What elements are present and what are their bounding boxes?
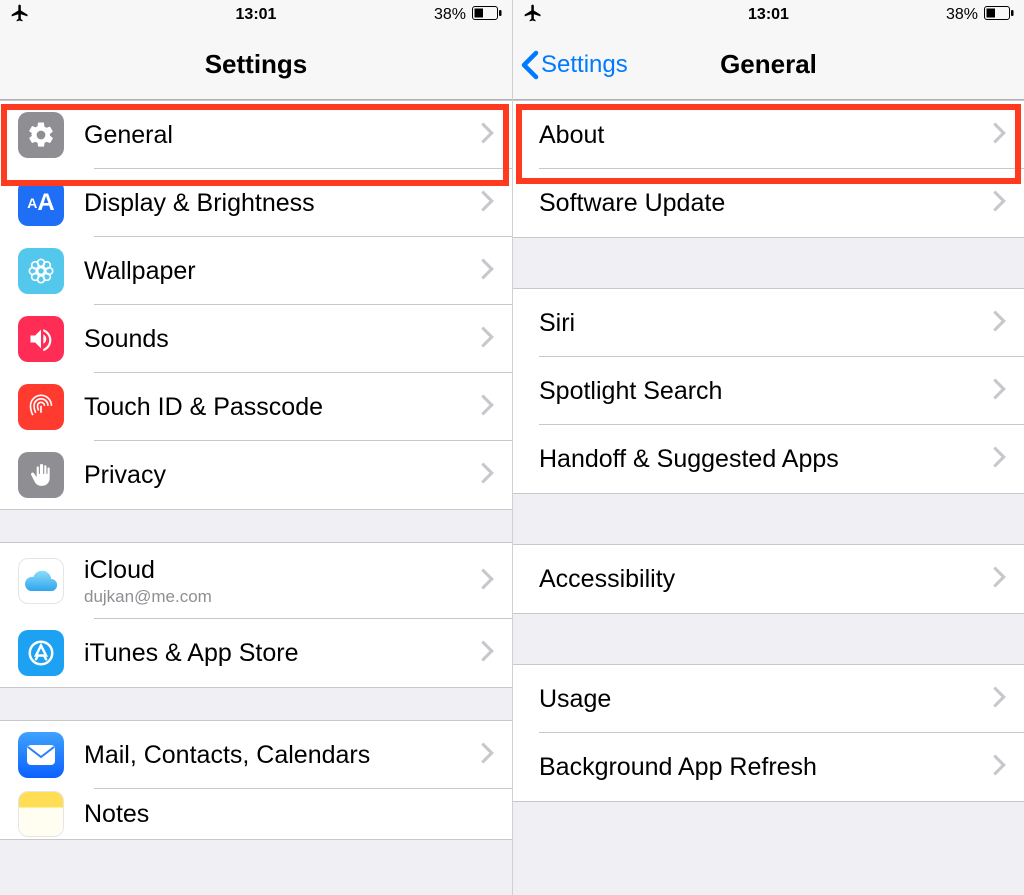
general-group-2: Siri Spotlight Search Handoff & Suggeste… [513, 288, 1024, 494]
row-privacy[interactable]: Privacy [0, 441, 512, 509]
chevron-right-icon [992, 378, 1006, 405]
chevron-right-icon [480, 462, 494, 489]
status-time: 13:01 [0, 6, 512, 24]
row-sounds[interactable]: Sounds [0, 305, 512, 373]
notes-icon [18, 791, 64, 837]
chevron-right-icon [480, 122, 494, 149]
row-general[interactable]: General [0, 101, 512, 169]
row-label: Software Update [539, 189, 992, 218]
nav-bar: Settings General [513, 30, 1024, 100]
row-display-brightness[interactable]: AA Display & Brightness [0, 169, 512, 237]
chevron-right-icon [992, 190, 1006, 217]
row-label: Usage [539, 685, 992, 714]
chevron-right-icon [480, 326, 494, 353]
row-label: Siri [539, 309, 992, 338]
status-bar: 13:01 38% [513, 0, 1024, 30]
page-title: Settings [205, 49, 308, 80]
row-usage[interactable]: Usage [513, 665, 1024, 733]
row-background-app-refresh[interactable]: Background App Refresh [513, 733, 1024, 801]
row-label: Accessibility [539, 565, 992, 594]
row-label: Wallpaper [84, 257, 480, 286]
row-wallpaper[interactable]: Wallpaper [0, 237, 512, 305]
back-label: Settings [541, 51, 628, 79]
settings-screen: 13:01 38% Settings General AA Display & … [0, 0, 512, 895]
general-group-1: About Software Update [513, 100, 1024, 238]
settings-group-3: Mail, Contacts, Calendars Notes [0, 720, 512, 840]
general-screen: 13:01 38% Settings General About Softwar… [512, 0, 1024, 895]
row-label: Mail, Contacts, Calendars [84, 741, 480, 770]
row-software-update[interactable]: Software Update [513, 169, 1024, 237]
row-label: Display & Brightness [84, 189, 480, 218]
row-notes[interactable]: Notes [0, 789, 512, 839]
row-label: iTunes & App Store [84, 639, 480, 668]
row-siri[interactable]: Siri [513, 289, 1024, 357]
chevron-right-icon [992, 754, 1006, 781]
chevron-right-icon [480, 258, 494, 285]
cloud-icon [18, 558, 64, 604]
row-label: Handoff & Suggested Apps [539, 445, 992, 474]
settings-group-2: iCloud dujkan@me.com iTunes & App Store [0, 542, 512, 688]
gear-icon [18, 112, 64, 158]
chevron-right-icon [480, 394, 494, 421]
chevron-right-icon [480, 190, 494, 217]
chevron-right-icon [480, 568, 494, 595]
status-time: 13:01 [513, 6, 1024, 24]
chevron-right-icon [480, 640, 494, 667]
status-bar: 13:01 38% [0, 0, 512, 30]
chevron-right-icon [480, 742, 494, 769]
chevron-right-icon [992, 122, 1006, 149]
chevron-right-icon [992, 310, 1006, 337]
fingerprint-icon [18, 384, 64, 430]
row-label: Background App Refresh [539, 753, 992, 782]
row-label: Notes [84, 800, 494, 829]
settings-group-1: General AA Display & Brightness Wallpape… [0, 100, 512, 510]
hand-icon [18, 452, 64, 498]
row-touchid-passcode[interactable]: Touch ID & Passcode [0, 373, 512, 441]
row-label: Privacy [84, 461, 480, 490]
back-button[interactable]: Settings [521, 50, 628, 80]
row-itunes-appstore[interactable]: iTunes & App Store [0, 619, 512, 687]
row-label: General [84, 121, 480, 150]
row-accessibility[interactable]: Accessibility [513, 545, 1024, 613]
chevron-right-icon [992, 566, 1006, 593]
chevron-right-icon [992, 446, 1006, 473]
page-title: General [720, 49, 817, 80]
flower-icon [18, 248, 64, 294]
row-icloud[interactable]: iCloud dujkan@me.com [0, 543, 512, 619]
row-label: iCloud [84, 556, 480, 585]
nav-bar: Settings [0, 30, 512, 100]
mail-icon [18, 732, 64, 778]
general-group-4: Usage Background App Refresh [513, 664, 1024, 802]
general-group-3: Accessibility [513, 544, 1024, 614]
text-size-icon: AA [18, 180, 64, 226]
row-spotlight-search[interactable]: Spotlight Search [513, 357, 1024, 425]
row-label: Touch ID & Passcode [84, 393, 480, 422]
appstore-icon [18, 630, 64, 676]
row-subtitle: dujkan@me.com [84, 587, 480, 607]
chevron-right-icon [992, 686, 1006, 713]
row-label: Sounds [84, 325, 480, 354]
row-about[interactable]: About [513, 101, 1024, 169]
row-handoff-suggested-apps[interactable]: Handoff & Suggested Apps [513, 425, 1024, 493]
row-label: About [539, 121, 992, 150]
row-label: Spotlight Search [539, 377, 992, 406]
row-mail-contacts-calendars[interactable]: Mail, Contacts, Calendars [0, 721, 512, 789]
speaker-icon [18, 316, 64, 362]
